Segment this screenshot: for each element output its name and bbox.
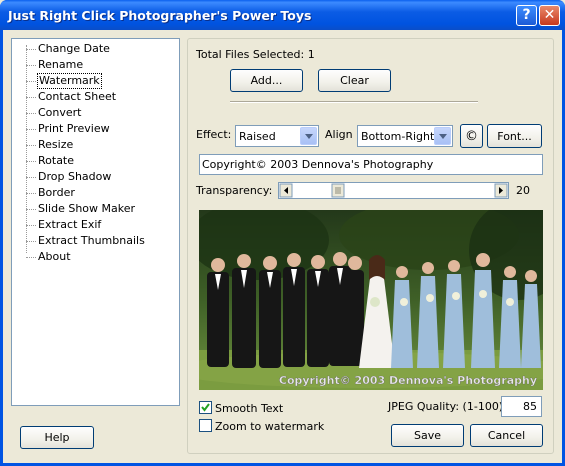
effect-select[interactable]: Raised (235, 125, 319, 147)
tree-branch (26, 241, 36, 242)
tree-item-label: Drop Shadow (38, 170, 112, 183)
clear-button[interactable]: Clear (318, 69, 391, 92)
tree-branch (26, 161, 36, 162)
copyright-button[interactable]: © (460, 124, 483, 148)
slider-graphic (279, 183, 508, 198)
tree-item-label: About (38, 250, 71, 263)
cancel-button[interactable]: Cancel (470, 424, 543, 447)
tree-item-label: Rotate (38, 154, 75, 167)
tree-branch (26, 81, 36, 82)
tree-branch (26, 257, 36, 258)
wedding-photo: Copyright© 2003 Dennova's Photography (199, 210, 543, 390)
jpeg-quality-label: JPEG Quality: (1-100) (388, 400, 504, 413)
tool-tree[interactable]: Change Date Rename Watermark Contact Sheet C… (11, 38, 180, 406)
tree-item-contact-sheet[interactable]: Contact Sheet (12, 89, 172, 105)
preview-photo: Copyright© 2003 Dennova's Photography (199, 210, 543, 390)
smooth-text-label: Smooth Text (215, 402, 284, 415)
tree-item-extract-thumbnails[interactable]: Extract Thumbnails (12, 233, 172, 249)
window-title: Just Right Click Photographer's Power To… (8, 8, 312, 23)
tree-item-border[interactable]: Border (12, 185, 172, 201)
tree-branch (26, 65, 36, 66)
tree-item-print-preview[interactable]: Print Preview (12, 121, 172, 137)
chevron-down-icon[interactable] (434, 127, 451, 145)
tree-item-label: Extract Thumbnails (38, 234, 145, 247)
align-label: Align (325, 128, 353, 141)
effect-value: Raised (239, 130, 276, 143)
tree-branch (26, 113, 36, 114)
tree-item-rotate[interactable]: Rotate (12, 153, 172, 169)
tree-branch (26, 177, 36, 178)
tree-item-label: Resize (38, 138, 74, 151)
watermark-text-value: Copyright© 2003 Dennova's Photography (202, 158, 434, 171)
jpeg-quality-input[interactable]: 85 (501, 396, 542, 417)
jpeg-quality-value: 85 (523, 400, 537, 413)
title-bar[interactable]: Just Right Click Photographer's Power To… (0, 0, 565, 30)
help-button[interactable]: Help (20, 426, 94, 449)
align-value: Bottom-Right (361, 130, 435, 143)
tree-item-label: Convert (38, 106, 82, 119)
tree-item-drop-shadow[interactable]: Drop Shadow (12, 169, 172, 185)
tree-item-label: Border (38, 186, 75, 199)
save-button[interactable]: Save (391, 424, 464, 447)
tree-branch (26, 225, 36, 226)
add-button[interactable]: Add... (230, 69, 303, 92)
separator (230, 101, 478, 103)
zoom-to-watermark-label: Zoom to watermark (215, 420, 325, 433)
transparency-slider[interactable] (278, 182, 509, 199)
tree-item-label: Rename (38, 58, 84, 71)
tree-item-label: Extract Exif (38, 218, 102, 231)
app-window: Just Right Click Photographer's Power To… (0, 0, 565, 466)
align-select[interactable]: Bottom-Right (357, 125, 453, 147)
client-area: Change Date Rename Watermark Contact Sheet C… (3, 30, 562, 463)
tree-item-slide-show-maker[interactable]: Slide Show Maker (12, 201, 172, 217)
tree-item-label: Print Preview (38, 122, 110, 135)
tree-branch (26, 193, 36, 194)
tree-item-change-date[interactable]: Change Date (12, 41, 172, 57)
tree-item-label: Contact Sheet (38, 90, 117, 103)
tree-item-label: Slide Show Maker (38, 202, 136, 215)
watermark-panel: Total Files Selected: 1 Add... Clear Eff… (187, 38, 554, 454)
smooth-text-checkbox[interactable] (199, 401, 212, 414)
files-selected-label: Total Files Selected: 1 (196, 48, 315, 61)
tree-branch (26, 49, 36, 50)
transparency-label: Transparency: (196, 184, 273, 197)
checkmark-icon (201, 403, 210, 412)
close-button[interactable]: ✕ (539, 5, 560, 26)
help-title-button[interactable]: ? (516, 5, 537, 26)
transparency-value: 20 (516, 184, 530, 197)
tree-item-label: Watermark (37, 73, 102, 89)
watermark-text-input[interactable]: Copyright© 2003 Dennova's Photography (199, 154, 543, 175)
tree-item-about[interactable]: About (12, 249, 172, 265)
tree-item-convert[interactable]: Convert (12, 105, 172, 121)
zoom-to-watermark-checkbox[interactable] (199, 419, 212, 432)
tree-item-watermark[interactable]: Watermark (12, 73, 172, 89)
tree-item-extract-exif[interactable]: Extract Exif (12, 217, 172, 233)
tree-item-resize[interactable]: Resize (12, 137, 172, 153)
tree-item-rename[interactable]: Rename (12, 57, 172, 73)
tree-item-label: Change Date (38, 42, 110, 55)
tree-branch (26, 145, 36, 146)
font-button[interactable]: Font... (487, 124, 542, 148)
tree-branch (26, 209, 36, 210)
tree-branch (26, 97, 36, 98)
effect-label: Effect: (196, 128, 232, 141)
tree-branch (26, 129, 36, 130)
preview-watermark-text: Copyright© 2003 Dennova's Photography (279, 374, 537, 387)
chevron-down-icon[interactable] (300, 127, 317, 145)
